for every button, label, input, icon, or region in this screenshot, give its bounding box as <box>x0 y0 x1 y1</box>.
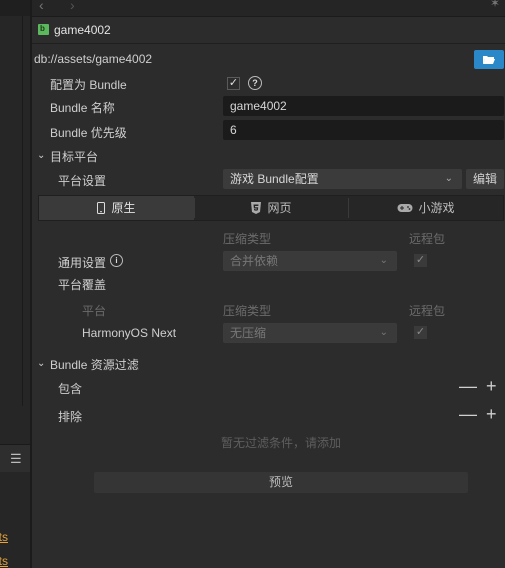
chevron-left-icon[interactable]: ‹ <box>39 0 44 13</box>
filter-empty-text: 暂无过滤条件，请添加 <box>221 436 342 450</box>
asset-path: db://assets/game4002 <box>34 52 153 66</box>
phone-icon <box>97 202 106 214</box>
bundle-folder-icon: b <box>38 24 49 35</box>
general-settings-label: 通用设置 <box>58 256 107 270</box>
collapse-caret-icon[interactable]: ⌄ <box>37 358 45 369</box>
help-icon[interactable]: ? <box>248 76 262 90</box>
platform-tabs: 原生 网页 小游戏 <box>38 195 504 221</box>
general-compression-value: 合并依赖 <box>230 254 279 268</box>
inspector-topbar: ‹ › ✶ <box>32 0 505 17</box>
tab-web-label: 网页 <box>267 201 292 215</box>
override-platform-name: HarmonyOS Next <box>82 326 177 340</box>
configure-bundle-checkbox[interactable]: ✓ <box>227 77 240 90</box>
tab-minigame[interactable]: 小游戏 <box>349 196 503 220</box>
override-compression-column-header: 压缩类型 <box>223 304 272 318</box>
left-panel: ☰ sets sets <box>0 0 30 568</box>
chevron-down-icon: ⌄ <box>444 173 453 184</box>
asset-title-row: b game4002 <box>32 17 505 44</box>
override-remote-checkbox: ✓ <box>414 326 427 339</box>
bundle-priority-label: Bundle 优先级 <box>50 126 127 140</box>
preview-button[interactable]: 预览 <box>94 472 468 493</box>
tab-minigame-label: 小游戏 <box>418 201 455 215</box>
asset-link[interactable]: sets <box>0 530 8 544</box>
bundle-filter-section[interactable]: Bundle 资源过滤 <box>50 356 139 373</box>
platform-settings-label: 平台设置 <box>58 174 107 188</box>
info-icon[interactable]: i <box>110 254 123 267</box>
open-folder-button[interactable] <box>474 50 504 69</box>
override-compression-value: 无压缩 <box>230 326 267 340</box>
asset-link[interactable]: sets <box>0 554 8 568</box>
menu-icon[interactable]: ☰ <box>10 452 22 465</box>
tab-web[interactable]: 网页 <box>195 196 348 220</box>
edit-button[interactable]: 编辑 <box>466 169 504 189</box>
exclude-label: 排除 <box>58 410 83 424</box>
left-panel-list[interactable] <box>0 16 23 406</box>
left-panel-lower <box>0 472 30 502</box>
tab-native[interactable]: 原生 <box>39 196 194 220</box>
override-remote-column-header: 远程包 <box>409 304 446 318</box>
chevron-down-icon: ⌄ <box>379 327 388 338</box>
chevron-down-icon: ⌄ <box>379 255 388 266</box>
target-platform-section[interactable]: 目标平台 <box>50 148 98 165</box>
compression-column-header: 压缩类型 <box>223 232 272 246</box>
include-label: 包含 <box>58 382 83 396</box>
platform-settings-select[interactable]: 游戏 Bundle配置 ⌄ <box>223 169 462 189</box>
override-compression-select: 无压缩 ⌄ <box>223 323 397 343</box>
configure-bundle-label: 配置为 Bundle <box>50 78 127 92</box>
platform-settings-value: 游戏 Bundle配置 <box>230 172 319 186</box>
bundle-priority-input[interactable]: 6 <box>223 120 504 140</box>
collapse-caret-icon[interactable]: ⌄ <box>37 150 45 161</box>
chevron-right-icon[interactable]: › <box>70 0 75 13</box>
add-exclude-icon[interactable]: + <box>486 405 497 423</box>
tab-native-label: 原生 <box>111 201 136 215</box>
general-remote-checkbox: ✓ <box>414 254 427 267</box>
left-panel-toolbar: ☰ <box>0 444 30 474</box>
folder-open-icon <box>483 56 495 64</box>
remove-include-icon[interactable]: — <box>459 377 477 395</box>
bundle-name-input[interactable]: game4002 <box>223 96 504 116</box>
add-include-icon[interactable]: + <box>486 377 497 395</box>
remove-exclude-icon[interactable]: — <box>459 405 477 423</box>
bundle-name-label: Bundle 名称 <box>50 101 115 115</box>
platform-override-label: 平台覆盖 <box>58 278 107 292</box>
platform-column-header: 平台 <box>82 304 107 318</box>
remote-column-header: 远程包 <box>409 232 446 246</box>
left-panel-topbar <box>0 0 30 16</box>
html5-icon <box>251 202 262 214</box>
gamepad-icon <box>397 204 413 212</box>
general-compression-select: 合并依赖 ⌄ <box>223 251 397 271</box>
asset-title: game4002 <box>54 23 111 37</box>
pin-icon[interactable]: ✶ <box>490 0 500 10</box>
panel-divider[interactable] <box>30 0 32 568</box>
